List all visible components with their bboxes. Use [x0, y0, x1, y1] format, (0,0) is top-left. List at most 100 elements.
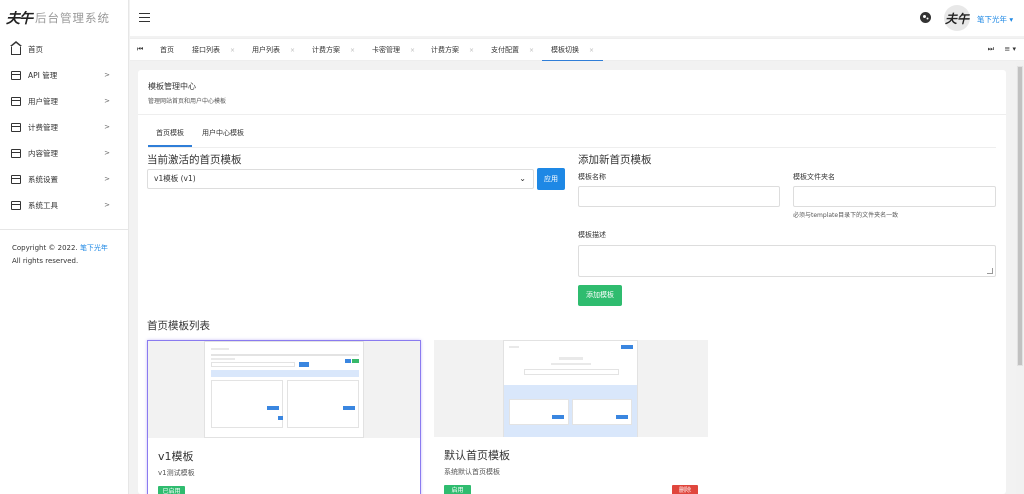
sidebar-item-label: 用户管理	[28, 96, 58, 106]
copyright-suffix: All rights reserved.	[12, 257, 79, 265]
copyright-link[interactable]: 笔下光年	[80, 244, 108, 252]
sidebar-item-billing[interactable]: 计费管理 >	[0, 114, 128, 140]
template-name-input[interactable]	[578, 186, 780, 207]
copyright: Copyright © 2022. 笔下光年 All rights reserv…	[0, 229, 129, 280]
page-subtitle: 管理网站首页和用户中心模板	[148, 98, 227, 105]
close-icon[interactable]: ×	[529, 47, 534, 54]
tab-template-switch[interactable]: 模板切换 ×	[542, 39, 604, 61]
sidebar-menu: 首页 API 管理 > 用户管理 > 计费管理 > 内容管理 > 系统设置 >	[0, 36, 128, 218]
calendar-icon	[11, 174, 21, 184]
sidebar-item-label: 计费管理	[28, 122, 58, 132]
close-icon[interactable]: ×	[469, 47, 474, 54]
tab-payment-config[interactable]: 支付配置 ×	[491, 39, 534, 61]
chevron-right-icon: >	[104, 201, 110, 209]
tab-user-center-templates[interactable]: 用户中心模板	[194, 124, 252, 147]
add-template-button[interactable]: 添加模板	[578, 285, 622, 306]
calendar-icon	[11, 200, 21, 210]
template-description: v1测试模板	[158, 469, 195, 477]
close-icon[interactable]: ×	[230, 47, 235, 54]
app-title: 后台管理系统	[35, 11, 110, 25]
tabs-prev-icon[interactable]: ⏮	[137, 45, 143, 54]
close-icon[interactable]: ×	[589, 47, 594, 54]
template-folder-hint: 必须与template目录下的文件夹名一致	[793, 212, 899, 219]
divider	[148, 147, 996, 148]
delete-button[interactable]: 删除	[672, 485, 698, 494]
user-menu[interactable]: 笔下光年 ▾	[977, 14, 1013, 25]
tabs-menu-icon[interactable]: ≡ ▾	[1004, 45, 1016, 53]
calendar-icon	[11, 148, 21, 158]
tab-label: 模板切换	[551, 46, 579, 54]
apply-button[interactable]: 应用	[537, 168, 565, 190]
template-select[interactable]: v1模板 (v1) ⌄	[147, 169, 534, 189]
calendar-icon	[11, 96, 21, 106]
tab-label: 接口列表	[192, 46, 220, 54]
chevron-right-icon: >	[104, 175, 110, 183]
status-badge: 已启用	[158, 486, 185, 494]
tab-label: 首页	[160, 46, 174, 54]
sidebar: 夫午 后台管理系统 首页 API 管理 > 用户管理 > 计费管理 > 内容管理…	[0, 0, 129, 494]
divider	[138, 114, 1006, 115]
menu-toggle-icon[interactable]	[139, 13, 150, 22]
sidebar-item-content[interactable]: 内容管理 >	[0, 140, 128, 166]
sidebar-item-label: 系统设置	[28, 174, 58, 184]
sidebar-item-users[interactable]: 用户管理 >	[0, 88, 128, 114]
close-icon[interactable]: ×	[410, 47, 415, 54]
calendar-icon	[11, 70, 21, 80]
tab-label: 计费方案	[431, 46, 459, 54]
template-preview-image	[204, 341, 364, 438]
scrollbar-thumb[interactable]	[1017, 66, 1023, 366]
sidebar-item-label: 系统工具	[28, 200, 58, 210]
template-desc-textarea[interactable]	[578, 245, 996, 277]
template-name: 默认首页模板	[444, 449, 510, 462]
template-preview-image	[503, 340, 638, 437]
calendar-icon	[11, 122, 21, 132]
tab-user-list[interactable]: 用户列表 ×	[252, 39, 295, 61]
page-scrollbar[interactable]	[1016, 62, 1024, 494]
sidebar-item-home[interactable]: 首页	[0, 36, 128, 62]
avatar[interactable]: 夫午	[944, 5, 970, 31]
template-preview	[148, 341, 420, 438]
tab-label: 卡密管理	[372, 46, 400, 54]
tab-card-keys[interactable]: 卡密管理 ×	[372, 39, 415, 61]
sidebar-item-label: 内容管理	[28, 148, 58, 158]
add-template-heading: 添加新首页模板	[578, 154, 652, 166]
tab-label: 用户列表	[252, 46, 280, 54]
chevron-right-icon: >	[104, 71, 110, 79]
chevron-right-icon: >	[104, 123, 110, 131]
chevron-right-icon: >	[104, 97, 110, 105]
tab-billing-plan[interactable]: 计费方案 ×	[312, 39, 355, 61]
active-template-heading: 当前激活的首页模板	[147, 154, 242, 166]
copyright-prefix: Copyright © 2022.	[12, 244, 78, 252]
template-card-v1[interactable]: v1模板 v1测试模板 已启用	[147, 340, 421, 494]
page-title: 模板管理中心	[148, 82, 196, 91]
chevron-down-icon: ⌄	[519, 174, 526, 183]
template-card-default[interactable]: 默认首页模板 系统默认首页模板 启用 删除	[434, 340, 708, 494]
top-header: 夫午 笔下光年 ▾	[130, 0, 1024, 36]
tabs-bar: ⏮ 首页 接口列表 × 用户列表 × 计费方案 × 卡密管理 × 计费方案 × 支付配置 ×…	[130, 38, 1024, 61]
template-folder-input[interactable]	[793, 186, 996, 207]
sidebar-item-api[interactable]: API 管理 >	[0, 62, 128, 88]
template-name-label: 模板名称	[578, 173, 606, 181]
tab-homepage-templates[interactable]: 首页模板	[148, 124, 192, 147]
sidebar-item-settings[interactable]: 系统设置 >	[0, 166, 128, 192]
template-preview	[434, 340, 708, 437]
template-name: v1模板	[158, 450, 194, 463]
sidebar-item-label: 首页	[28, 44, 43, 54]
logo-mark: 夫午	[6, 11, 33, 27]
close-icon[interactable]: ×	[290, 47, 295, 54]
tab-api-list[interactable]: 接口列表 ×	[192, 39, 235, 61]
chevron-right-icon: >	[104, 149, 110, 157]
template-description: 系统默认首页模板	[444, 468, 500, 476]
tab-billing-plan-2[interactable]: 计费方案 ×	[431, 39, 474, 61]
palette-icon[interactable]	[920, 12, 931, 23]
sidebar-item-tools[interactable]: 系统工具 >	[0, 192, 128, 218]
tab-home[interactable]: 首页	[160, 39, 174, 61]
template-desc-label: 模板描述	[578, 231, 606, 239]
close-icon[interactable]: ×	[350, 47, 355, 54]
template-list-heading: 首页模板列表	[147, 320, 210, 332]
app-logo[interactable]: 夫午 后台管理系统	[0, 0, 128, 36]
template-folder-label: 模板文件夹名	[793, 173, 835, 181]
enable-button[interactable]: 启用	[444, 485, 471, 494]
tabs-next-icon[interactable]: ⏭	[988, 45, 994, 54]
tab-label: 支付配置	[491, 46, 519, 54]
